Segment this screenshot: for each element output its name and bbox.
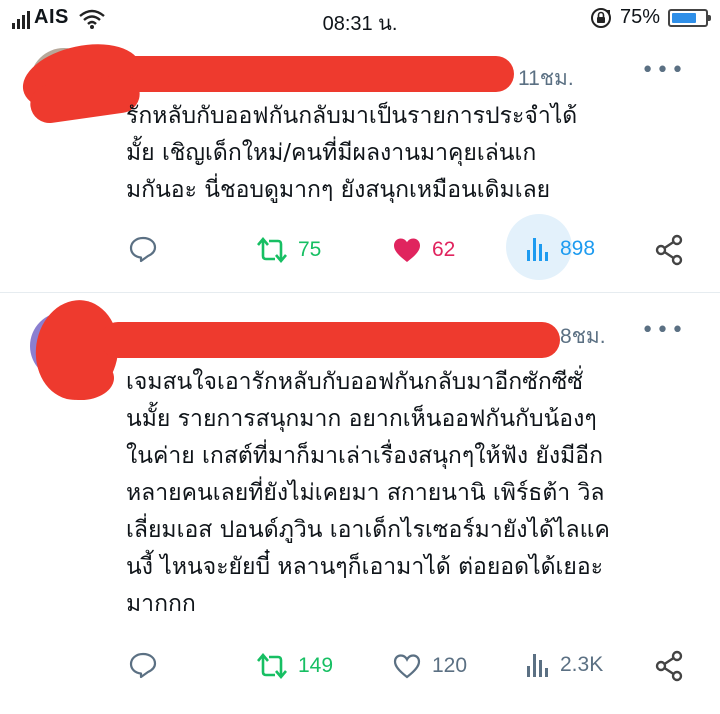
tweet-timestamp: 11ชม. [518,67,574,90]
status-bar: AIS 08:31 น. 75% [0,0,720,38]
retweet-button[interactable]: 75 [256,236,321,264]
retweet-count: 75 [298,238,322,261]
views-count: 2.3K [560,653,604,676]
views-chart-icon [527,238,548,261]
retweet-icon [257,652,287,680]
share-icon [655,234,683,266]
tweet-text-line: รักหลับกับออฟกันกลับมาเป็นรายการประจำได้ [126,103,578,129]
tweet-text: เจมสนใจเอารักหลับกับออฟกันกลับมาอีกซักซี… [126,364,686,623]
tweet-actions: 75 62 898 [126,214,696,280]
like-button[interactable]: 120 [392,652,467,680]
tweet-text-line: เลี่ยมเอส ปอนด์ภูวิน เอาเด็กไรเซอร์มายัง… [126,517,610,543]
views-button[interactable]: 898 [505,214,596,280]
tweet-text-line: นงี้ ไหนจะยัยบี๋ หลานๆก็เอามาได้ ต่อยอดไ… [126,554,604,580]
retweet-button[interactable]: 149 [256,652,333,680]
reply-button[interactable] [128,234,158,264]
redaction-mark [100,322,560,358]
tweet-timestamp: 8ชม. [560,325,606,348]
heart-filled-icon [394,238,420,262]
tweet-text-line: ในค่าย เกสต์ที่มาก็มาเล่าเรื่องสนุกๆให้ฟ… [126,443,604,469]
battery-percent: 75% [619,6,660,28]
battery-fill [672,12,696,23]
like-count: 120 [432,654,468,677]
like-count: 62 [432,238,456,261]
more-options-icon[interactable]: ••• [641,58,686,83]
views-count: 898 [560,237,596,260]
redaction-mark [82,56,514,92]
tweet-text: รักหลับกับออฟกันกลับมาเป็นรายการประจำได้… [126,98,686,209]
reply-icon [129,652,157,679]
rotation-lock-icon [590,7,611,28]
heart-outline-icon [393,654,421,679]
retweet-icon [257,236,287,264]
views-button[interactable]: 2.3K [526,652,603,678]
tweet[interactable]: 11ชม. ••• รักหลับกับออฟกันกลับมาเป็นรายก… [0,34,720,290]
tweet-text-line: นมั้ย รายการสนุกมาก อยากเห็นออฟกันกับน้อ… [126,406,597,432]
tweet-text-line: มั้ย เชิญเด็กใหม่/คนที่มีผลงานมาคุยเล่นเ… [126,140,537,166]
share-button[interactable] [654,234,684,266]
redaction-mark [48,356,114,400]
like-button[interactable]: 62 [392,236,455,264]
reply-icon [129,236,157,263]
battery-icon [668,8,711,27]
reply-button[interactable] [128,650,158,680]
status-right: 75% [590,6,711,29]
tweet[interactable]: 8ชม. ••• เจมสนใจเอารักหลับกับออฟกันกลับม… [0,294,720,710]
tweet-text-line: มากกก [126,591,196,617]
share-icon [655,650,683,682]
more-options-icon[interactable]: ••• [641,318,686,343]
views-chart-icon [527,654,548,677]
tweet-text-line: มกันอะ นี่ชอบดูมากๆ ยังสนุกเหมือนเดิมเลย [126,177,551,203]
retweet-count: 149 [298,654,334,677]
tweet-text-line: เจมสนใจเอารักหลับกับออฟกันกลับมาอีกซักซี… [126,369,583,395]
divider [0,292,720,293]
tweet-actions: 149 120 2.3K [126,646,696,690]
share-button[interactable] [654,650,684,682]
tweet-text-line: หลายคนเลยที่ยังไม่เคยมา สกายนานิ เพิร์ธต… [126,480,605,506]
